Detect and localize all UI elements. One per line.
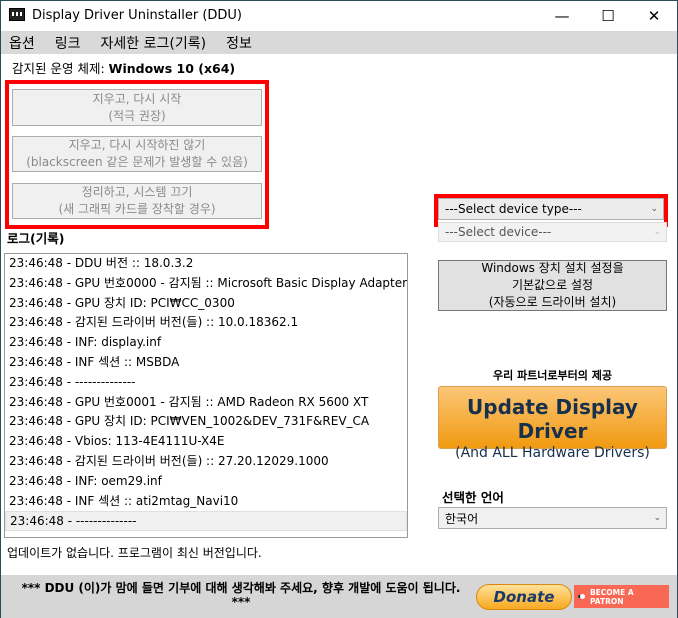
menu-links[interactable]: 링크 [55,33,81,53]
button-line: (자동으로 드라이버 설치) [488,295,617,309]
language-label: 선택한 언어 [442,490,504,505]
log-row[interactable]: 23:46:48 - 감지된 드라이버 버전(들) :: 27.20.12029… [5,452,407,472]
patreon-label: BECOME A PATRON [589,587,634,606]
patreon-icon [580,594,585,599]
banner-subtitle: (And ALL Hardware Drivers) [455,445,650,461]
donate-message-line: *** DDU (이)가 맘에 들면 기부에 대해 생각해봐 주세요, 향후 개… [21,581,461,595]
menu-info[interactable]: 정보 [226,33,252,53]
clean-restart-button[interactable]: 지우고, 다시 시작 (적극 권장) [12,89,262,126]
log-row[interactable]: 23:46:48 - GPU 장치 ID: PCI₩VEN_1002&DEV_7… [5,412,407,432]
log-row[interactable]: 23:46:48 - 감지된 드라이버 버전(들) :: 10.0.18362.… [5,313,407,333]
log-list[interactable]: 23:46:48 - DDU 버전 :: 18.0.3.2 23:46:48 - … [4,253,408,538]
update-driver-banner[interactable]: Update Display Driver (And ALL Hardware … [438,386,667,461]
language-value: 한국어 [445,511,479,526]
os-label: 감지된 운영 체제: [12,61,105,76]
app-icon [9,8,25,21]
banner-title: Update Display Driver [467,395,638,443]
device-type-select[interactable]: ---Select device type--- ⌄ [438,198,664,220]
menu-options[interactable]: 옵션 [9,33,35,53]
os-detected: 감지된 운영 체제: Windows 10 (x64) [12,58,235,77]
log-row[interactable]: 23:46:48 - INF: oem29.inf [5,472,407,492]
button-line: 기본값으로 설정 [511,278,594,292]
clean-no-restart-button[interactable]: 지우고, 다시 시작하진 않기 (blackscreen 같은 문제가 발생할 수… [12,136,262,172]
log-row[interactable]: 23:46:48 - INF: display.inf [5,333,407,353]
log-row[interactable]: 23:46:48 - Vbios: 113-4E4111U-X4E [5,432,407,452]
menu-bar: 옵션 링크 자세한 로그(기록) 정보 [1,31,677,54]
maximize-button[interactable]: ☐ [585,1,631,31]
os-value: Windows 10 (x64) [108,61,236,76]
window-title: Display Driver Uninstaller (DDU) [32,8,243,23]
minimize-button[interactable]: — [539,1,585,31]
log-label: 로그(기록) [7,231,65,246]
chevron-down-icon: ⌄ [650,204,658,214]
chevron-down-icon: ⌄ [653,513,661,523]
log-row[interactable]: 23:46:48 - GPU 번호0000 - 감지됨 :: Microsoft… [5,274,407,294]
button-line: (blackscreen 같은 문제가 발생할 수 있음) [26,155,248,169]
patreon-button[interactable]: BECOME A PATRON [574,585,669,608]
button-line: (적극 권장) [108,108,166,123]
ddu-window: Display Driver Uninstaller (DDU) — ☐ ✕ 옵… [0,0,678,618]
button-line: 지우고, 다시 시작하진 않기 [68,138,206,152]
device-value: ---Select device--- [445,225,552,239]
log-row[interactable]: 23:46:48 - INF 섹션 :: MSBDA [5,353,407,373]
log-row[interactable]: 23:46:48 - DDU 버전 :: 18.0.3.2 [5,254,407,274]
status-text: 업데이트가 없습니다. 프로그램이 최신 버전입니다. [7,546,262,560]
title-bar: Display Driver Uninstaller (DDU) — ☐ ✕ [1,1,677,31]
clean-shutdown-button[interactable]: 정리하고, 시스템 끄기 (새 그래픽 카드를 장착할 경우) [12,183,262,219]
chevron-down-icon: ⌄ [653,227,661,237]
log-row[interactable]: 23:46:48 - -------------- [5,373,407,393]
windows-device-settings-button[interactable]: Windows 장치 설치 설정을기본값으로 설정 (자동으로 드라이버 설치) [438,260,667,311]
partner-label: 우리 파트너로부터의 제공 [493,369,612,382]
menu-log[interactable]: 자세한 로그(기록) [101,33,207,53]
button-line: 정리하고, 시스템 끄기 [81,185,193,199]
device-type-value: ---Select device type--- [445,202,582,216]
button-line: Windows 장치 설치 설정을 [481,261,624,275]
log-row[interactable]: 23:46:48 - -------------- [5,511,407,532]
footer: *** DDU (이)가 맘에 들면 기부에 대해 생각해봐 주세요, 향후 개… [1,575,677,618]
close-button[interactable]: ✕ [631,1,677,31]
language-select[interactable]: 한국어 ⌄ [438,507,667,529]
log-row[interactable]: 23:46:48 - GPU 번호0001 - 감지됨 :: AMD Radeo… [5,393,407,413]
button-line: (새 그래픽 카드를 장착할 경우) [58,202,216,216]
donate-message-line: *** [231,595,251,609]
donate-message: *** DDU (이)가 맘에 들면 기부에 대해 생각해봐 주세요, 향후 개… [9,581,473,609]
donate-button[interactable]: Donate [476,584,572,610]
device-select[interactable]: ---Select device--- ⌄ [438,222,667,242]
log-row[interactable]: 23:46:48 - INF 섹션 :: ati2mtag_Navi10 [5,492,407,512]
button-line: 지우고, 다시 시작 [92,91,182,106]
log-row[interactable]: 23:46:48 - GPU 장치 ID: PCI₩CC_0300 [5,294,407,314]
